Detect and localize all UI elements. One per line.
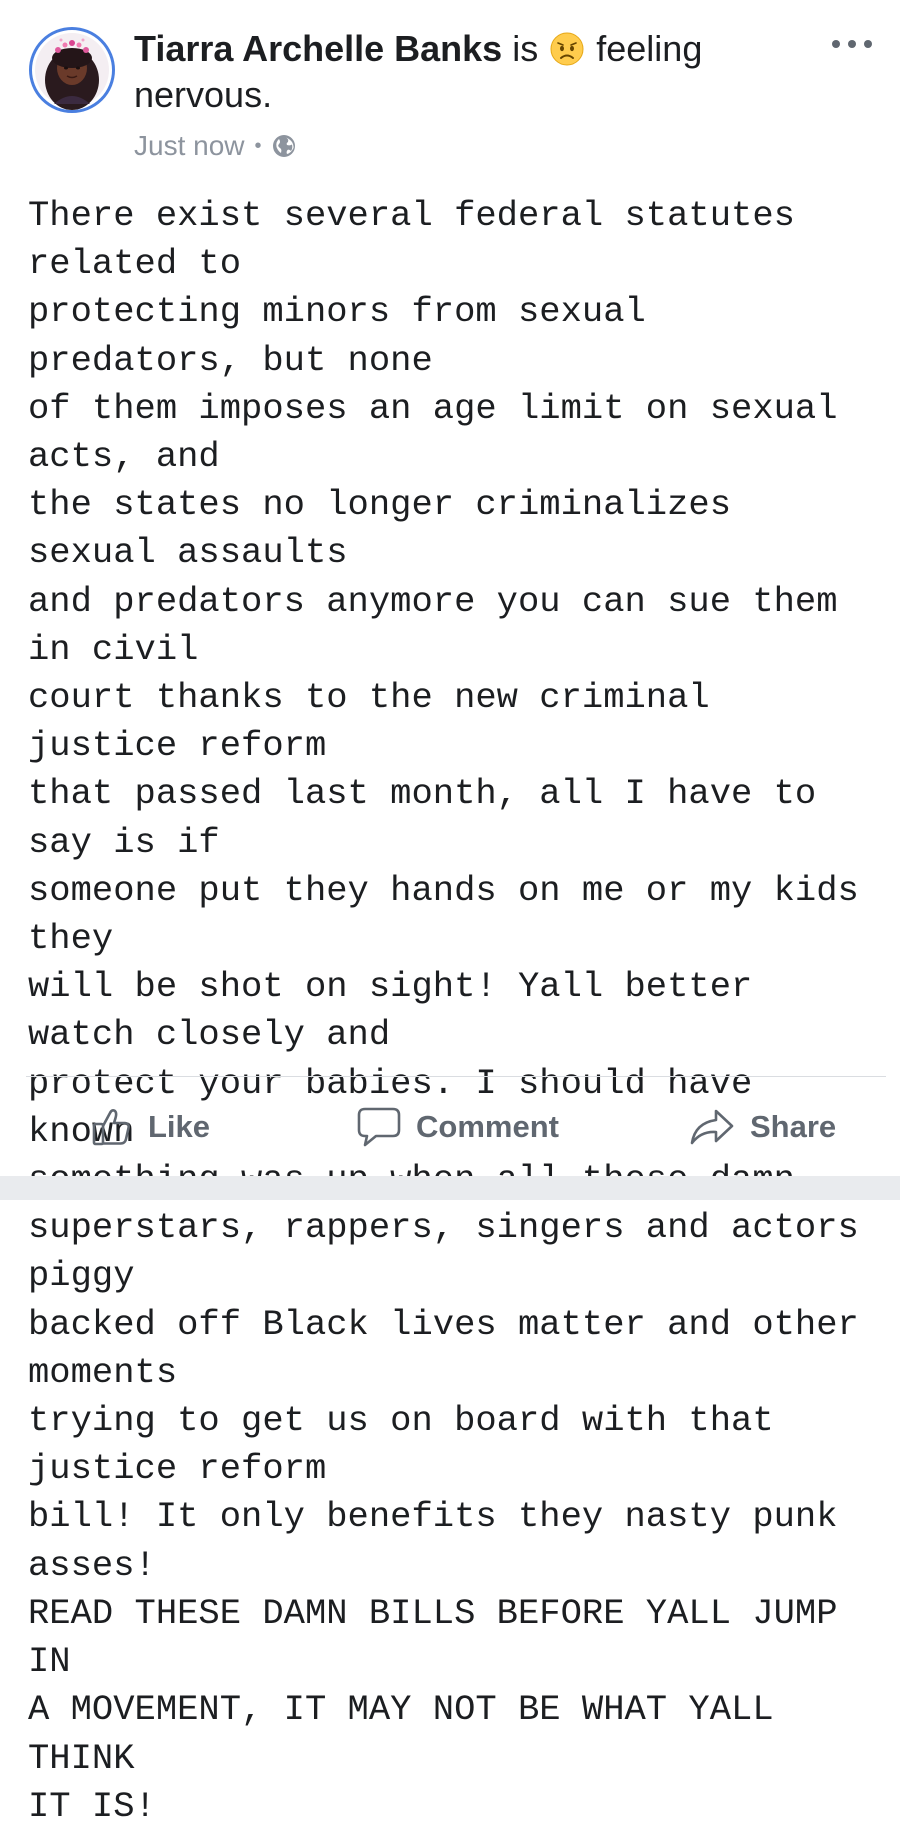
author-avatar[interactable] <box>29 27 115 113</box>
feeling-prefix: is <box>512 28 539 69</box>
share-arrow-icon <box>690 1109 734 1145</box>
actions-divider <box>26 1076 886 1077</box>
more-dot-icon <box>832 40 840 48</box>
like-button[interactable]: Like <box>90 1090 210 1164</box>
comment-label: Comment <box>416 1109 559 1144</box>
author-name[interactable]: Tiarra Archelle Banks <box>134 28 502 69</box>
like-label: Like <box>148 1109 211 1144</box>
post-meta: Just now • <box>134 126 296 166</box>
avatar-photo <box>35 33 109 110</box>
share-label: Share <box>750 1109 837 1144</box>
more-options-button[interactable] <box>832 34 872 54</box>
post-timestamp[interactable]: Just now <box>134 126 245 166</box>
post-header: Tiarra Archelle Banks is feeling nervous… <box>134 26 774 118</box>
feed-background-strip <box>0 1176 900 1200</box>
more-dot-icon <box>848 40 856 48</box>
more-dot-icon <box>864 40 872 48</box>
globe-icon[interactable] <box>272 134 296 158</box>
meta-separator: • <box>254 135 262 157</box>
share-button[interactable]: Share <box>688 1090 836 1164</box>
post-actions-bar: Like Comment Share <box>0 1090 900 1164</box>
thumbs-up-icon <box>92 1109 130 1146</box>
post-body-text: There exist several federal statutes rel… <box>28 195 859 1827</box>
comment-bubble-icon <box>357 1107 401 1147</box>
worried-face-emoji-icon <box>550 32 584 66</box>
facebook-post: Tiarra Archelle Banks is feeling nervous… <box>0 0 900 1827</box>
comment-button[interactable]: Comment <box>356 1090 559 1164</box>
